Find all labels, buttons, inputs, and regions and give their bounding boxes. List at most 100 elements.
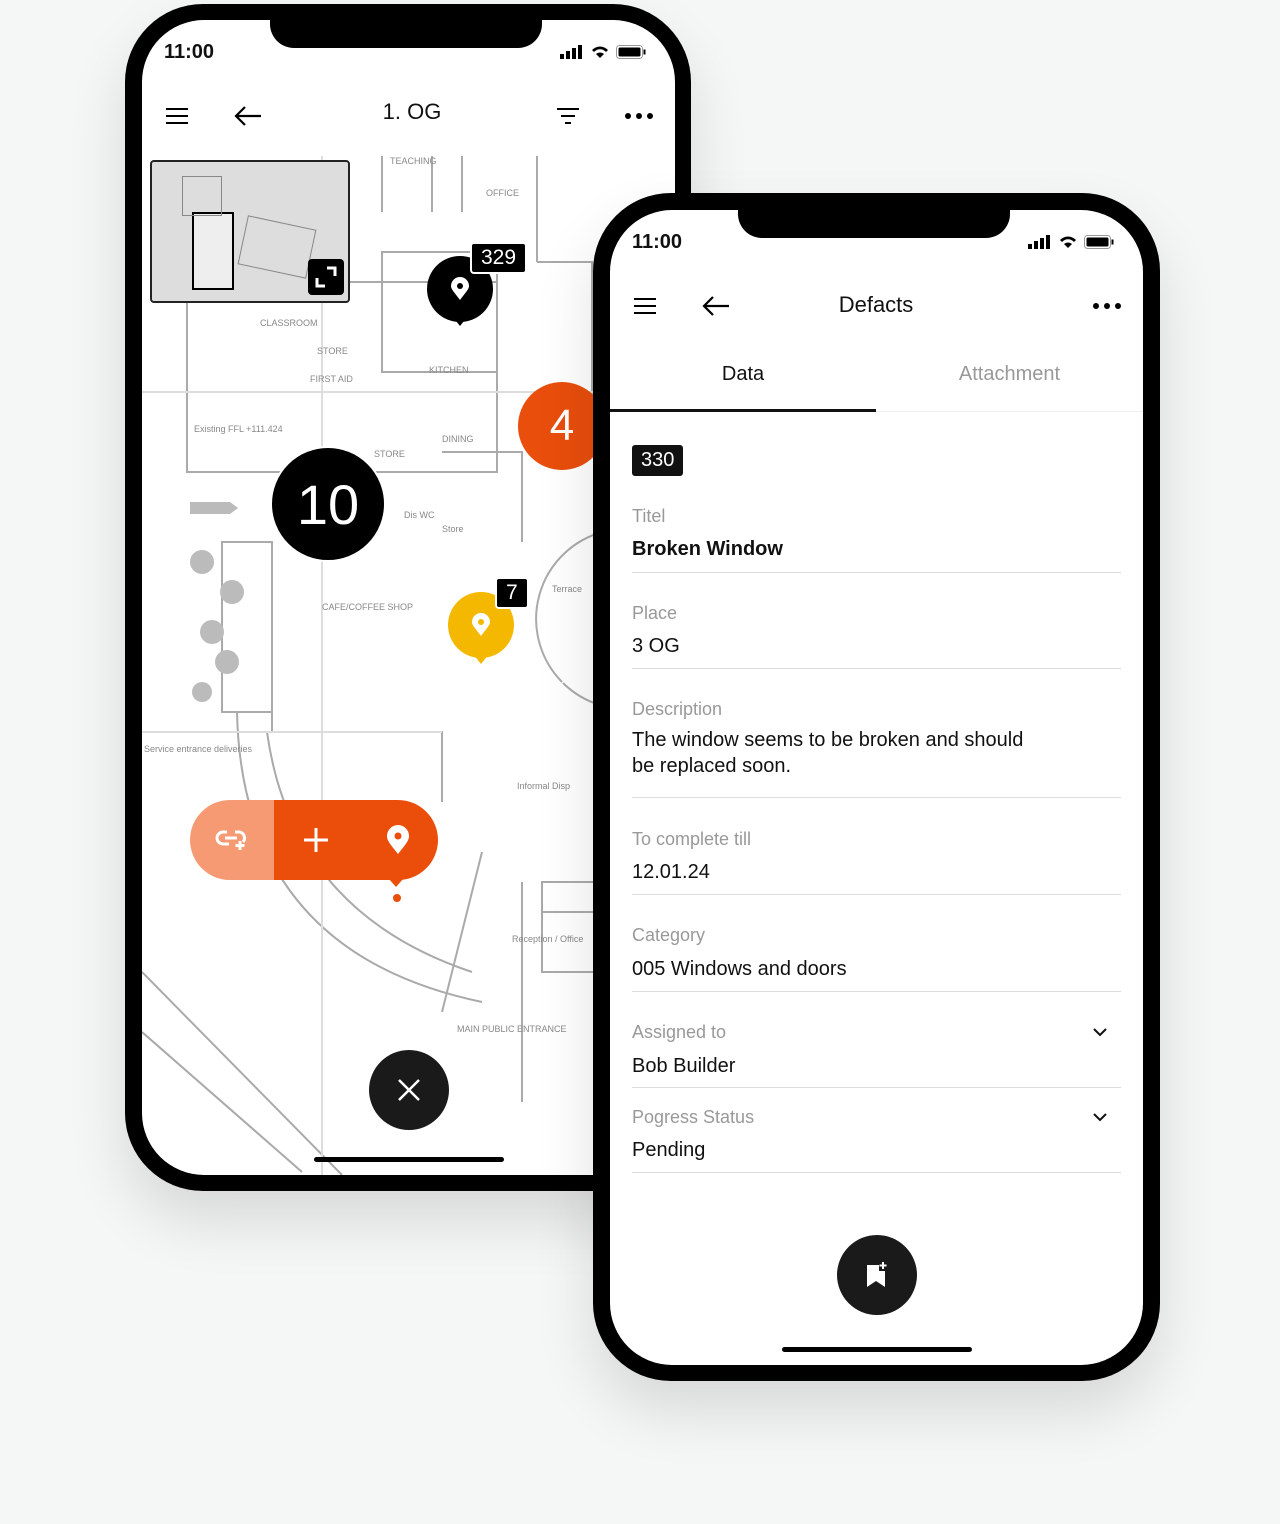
menu-button[interactable]	[164, 102, 192, 130]
back-button[interactable]	[700, 290, 732, 322]
progress-status-value[interactable]: Pending	[632, 1137, 705, 1163]
status-icons	[1028, 234, 1114, 249]
field-label: Assigned to	[632, 1022, 727, 1042]
expand-icon	[315, 266, 337, 288]
plan-label-store: STORE	[317, 346, 348, 356]
location-pin-icon	[472, 613, 490, 636]
minimap-room	[237, 215, 317, 279]
field-label: To complete till	[632, 829, 752, 849]
plan-label-kitchen: KITCHEN	[429, 365, 469, 375]
divider	[632, 894, 1121, 895]
divider	[632, 572, 1121, 573]
detail-screen: 11:00 Defacts Data Attachment 330 Titel …	[610, 210, 1143, 1365]
plan-label-dis-wc: Dis WC	[404, 510, 435, 520]
tab-data[interactable]: Data	[610, 350, 876, 412]
field-label: Category	[632, 925, 706, 945]
plan-label-first-aid: FIRST AID	[310, 374, 353, 384]
divider	[632, 797, 1121, 798]
title-value[interactable]: Broken Window	[632, 536, 783, 562]
signal-icon	[560, 44, 582, 59]
more-icon	[625, 113, 653, 119]
wifi-icon	[592, 46, 608, 58]
plan-label-reception: Reception / Office	[512, 934, 583, 944]
expand-button[interactable]	[308, 259, 344, 295]
plan-label-office: OFFICE	[486, 188, 519, 198]
menu-button[interactable]	[632, 292, 660, 320]
page-title: 1. OG	[382, 99, 442, 124]
category-value[interactable]: 005 Windows and doors	[632, 956, 847, 982]
place-pin-button[interactable]	[358, 800, 438, 880]
field-label: Pogress Status	[632, 1107, 755, 1127]
pin-id-badge: 7	[495, 577, 529, 609]
plus-icon	[304, 828, 328, 852]
arrow-left-icon	[702, 296, 729, 316]
plan-label-dining: DINING	[442, 434, 474, 444]
signal-icon	[1028, 234, 1050, 249]
chevron-down-icon[interactable]	[1090, 1109, 1110, 1125]
notch	[738, 210, 1010, 238]
description-value[interactable]: The window seems to be broken and should…	[632, 727, 1032, 779]
page-title: Defacts	[838, 292, 914, 317]
more-button[interactable]	[622, 102, 656, 130]
link-add-button[interactable]	[190, 800, 274, 880]
link-add-icon	[215, 830, 247, 850]
divider	[632, 991, 1121, 992]
add-bookmark-button[interactable]	[837, 1235, 917, 1315]
divider	[632, 668, 1121, 669]
filter-icon	[557, 108, 579, 124]
hamburger-icon	[166, 108, 188, 124]
due-date-value[interactable]: 12.01.24	[632, 859, 710, 885]
plan-label-terrace: Terrace	[552, 584, 582, 594]
filter-button[interactable]	[554, 102, 584, 130]
bookmark-add-icon	[867, 1262, 887, 1287]
minimap-room	[182, 176, 222, 216]
add-button[interactable]	[274, 800, 358, 880]
divider	[632, 1172, 1121, 1173]
id-badge: 330	[632, 445, 684, 476]
plan-label-existing-ffl: Existing FFL +111.424	[194, 424, 283, 434]
plan-label-store: Store	[442, 524, 464, 534]
toolbar-tail	[389, 879, 403, 887]
close-icon	[398, 1079, 420, 1101]
field-label: Place	[632, 603, 678, 623]
status-icons	[560, 44, 646, 59]
cluster-marker[interactable]: 10	[270, 446, 386, 562]
plan-label-store: STORE	[374, 449, 405, 459]
plan-label-cafe: CAFE/COFFEE SHOP	[322, 602, 413, 612]
location-pin-icon	[451, 277, 469, 300]
detail-phone: 11:00 Defacts Data Attachment 330 Titel …	[593, 193, 1160, 1381]
location-pin-icon	[387, 825, 409, 854]
field-label: Titel	[632, 506, 666, 526]
home-indicator	[782, 1347, 972, 1352]
minimap-viewport	[192, 212, 234, 290]
back-button[interactable]	[232, 100, 264, 132]
status-time: 11:00	[632, 231, 683, 253]
battery-icon	[1084, 234, 1114, 249]
plan-label-classroom: CLASSROOM	[260, 318, 318, 328]
plan-label-teaching: TEACHING	[390, 156, 437, 166]
tab-attachment[interactable]: Attachment	[876, 350, 1143, 412]
action-toolbar	[190, 800, 438, 880]
home-indicator	[314, 1157, 504, 1162]
battery-icon	[616, 44, 646, 59]
more-button[interactable]	[1090, 292, 1124, 320]
pin-id-badge: 329	[470, 242, 528, 274]
arrow-left-icon	[234, 106, 261, 126]
chevron-down-icon[interactable]	[1090, 1024, 1110, 1040]
notch	[270, 20, 542, 48]
plan-label-service-entrance: Service entrance deliveries	[144, 744, 253, 754]
wifi-icon	[1060, 236, 1076, 248]
plan-label-main-entrance: MAIN PUBLIC ENTRANCE	[457, 1024, 567, 1034]
pin-tail	[473, 654, 489, 664]
status-time: 11:00	[164, 41, 215, 63]
hamburger-icon	[634, 298, 656, 314]
minimap[interactable]	[150, 160, 350, 303]
divider	[632, 1087, 1121, 1088]
place-value[interactable]: 3 OG	[632, 633, 680, 659]
close-button[interactable]	[369, 1050, 449, 1130]
plan-label-informal-display: Informal Disp	[517, 781, 570, 791]
field-label: Description	[632, 699, 723, 719]
pin-target-dot	[393, 894, 401, 902]
pin-tail	[452, 316, 468, 326]
assigned-to-value[interactable]: Bob Builder	[632, 1053, 735, 1079]
